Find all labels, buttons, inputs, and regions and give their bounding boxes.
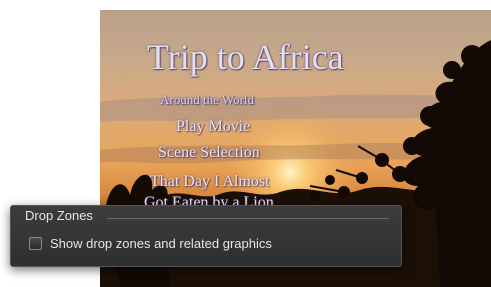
- show-drop-zones-checkbox[interactable]: [29, 237, 42, 250]
- show-drop-zones-label[interactable]: Show drop zones and related graphics: [50, 236, 272, 251]
- menu-button-scene-selection[interactable]: Scene Selection: [158, 144, 260, 162]
- panel-header: Drop Zones: [25, 208, 93, 223]
- menu-button-play-movie[interactable]: Play Movie: [176, 118, 250, 136]
- menu-button-that-day-line1[interactable]: That Day I Almost: [150, 173, 270, 191]
- menu-subtitle: Around the World: [160, 92, 255, 107]
- menu-title: Trip to Africa: [147, 37, 344, 77]
- drop-zones-panel: Drop Zones Show drop zones and related g…: [10, 205, 402, 267]
- show-drop-zones-option[interactable]: Show drop zones and related graphics: [29, 236, 272, 251]
- panel-divider: [107, 218, 389, 219]
